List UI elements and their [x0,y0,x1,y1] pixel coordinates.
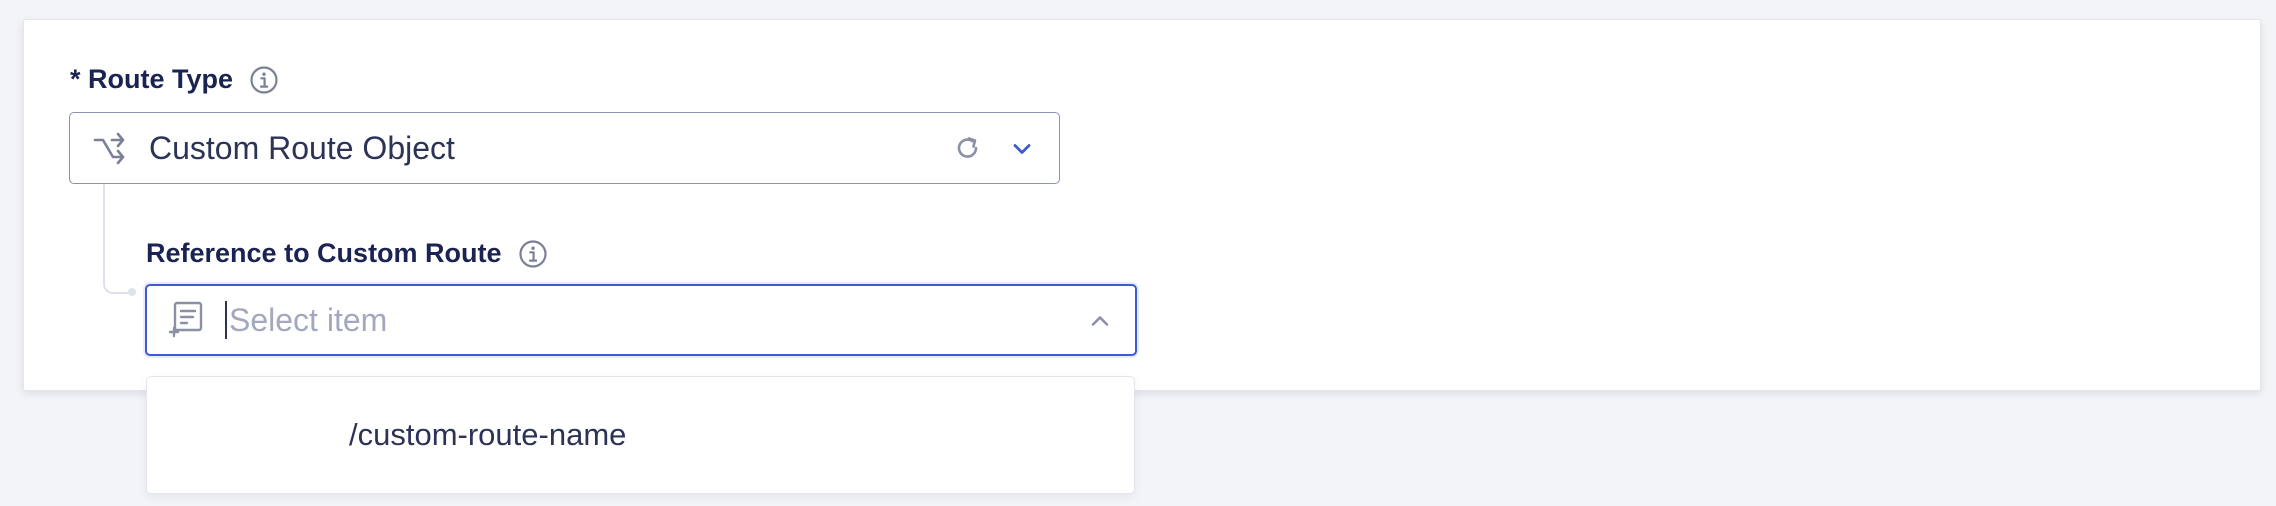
info-icon[interactable] [249,65,279,95]
connector-dot [128,288,136,296]
dropdown-option[interactable]: /custom-route-name [147,377,1134,493]
reference-label-row: Reference to Custom Route [146,238,548,269]
chevron-up-icon[interactable] [1087,308,1113,334]
reference-select[interactable]: Select item [145,284,1137,356]
dropdown-option-label: /custom-route-name [349,417,627,452]
route-type-value: Custom Route Object [149,129,455,166]
info-icon[interactable] [518,239,548,269]
document-add-icon [167,300,207,340]
reset-icon[interactable] [954,134,982,162]
route-icon [92,130,128,166]
reference-placeholder[interactable]: Select item [229,302,387,339]
reference-label: Reference to Custom Route [146,238,502,268]
dropdown-menu: /custom-route-name [146,376,1135,494]
text-cursor [225,301,227,339]
route-type-label: * Route Type [70,64,234,94]
route-type-select[interactable]: Custom Route Object [69,112,1060,184]
route-type-label-row: * Route Type [70,64,279,95]
nested-field-connector [103,184,135,294]
chevron-down-icon[interactable] [1009,136,1035,162]
